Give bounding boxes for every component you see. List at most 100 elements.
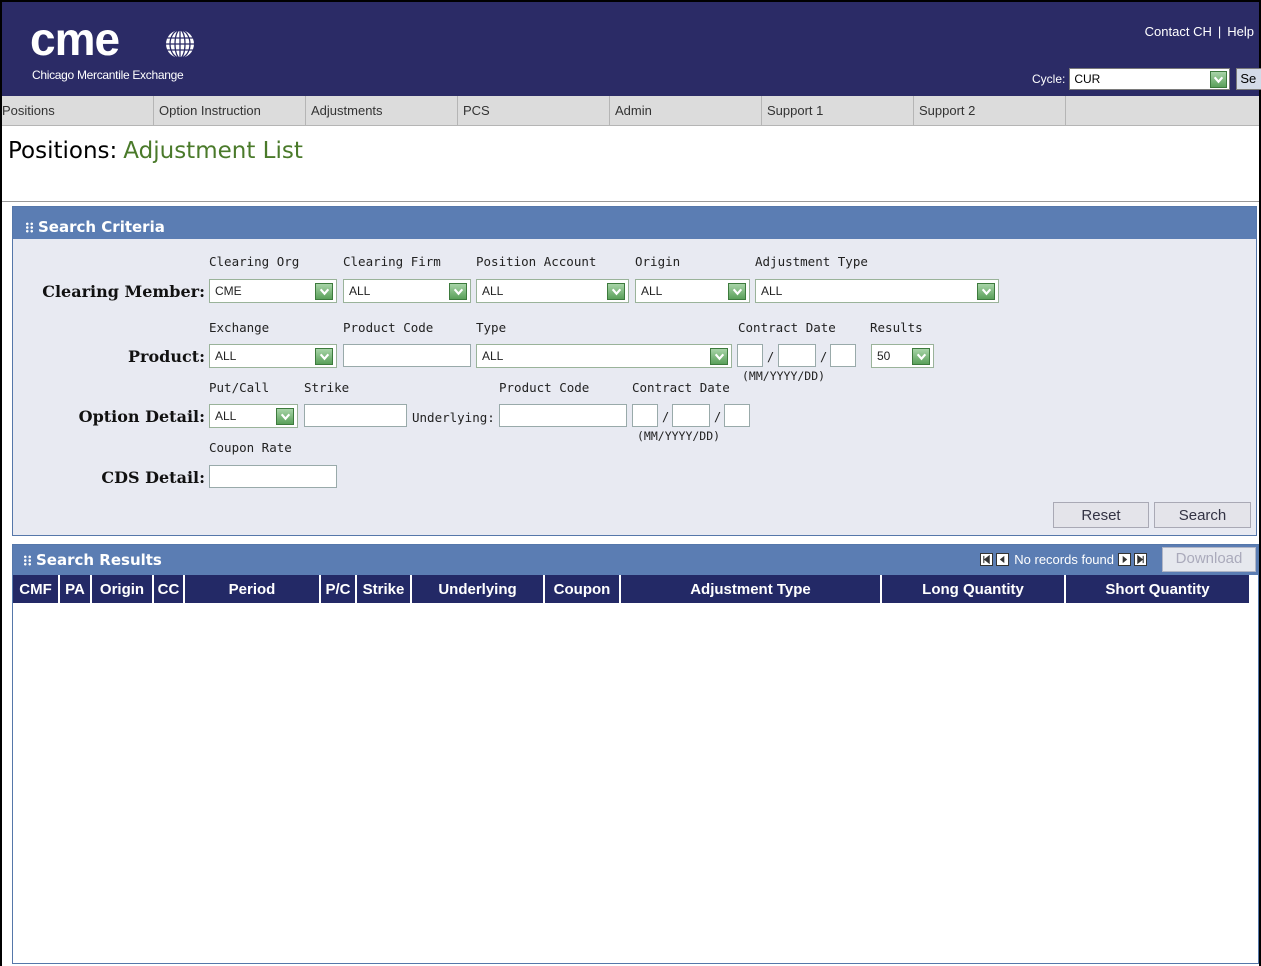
nav-item-admin[interactable]: Admin bbox=[610, 96, 762, 126]
date-separator: / bbox=[714, 410, 722, 424]
product-code-label: Product Code bbox=[343, 320, 434, 335]
clearing-firm-value: ALL bbox=[349, 284, 371, 298]
column-header-short-quantity[interactable]: Short Quantity bbox=[1066, 575, 1249, 603]
nav-item-option-instruction[interactable]: Option Instruction bbox=[154, 96, 306, 126]
date-separator: / bbox=[767, 350, 775, 364]
nav-item-pcs[interactable]: PCS bbox=[458, 96, 610, 126]
chevron-down-icon[interactable] bbox=[315, 348, 333, 365]
underlying-product-code-input[interactable] bbox=[499, 404, 627, 427]
position-account-select[interactable]: ALL bbox=[476, 279, 629, 303]
search-criteria-heading: Search Criteria bbox=[38, 218, 165, 236]
column-header-pa[interactable]: PA bbox=[60, 575, 92, 603]
clearing-org-value: CME bbox=[215, 284, 242, 298]
exchange-label: Exchange bbox=[209, 320, 270, 335]
exchange-value: ALL bbox=[215, 349, 237, 363]
search-button[interactable]: Search bbox=[1154, 502, 1251, 528]
chevron-down-icon[interactable] bbox=[710, 348, 728, 365]
grip-icon bbox=[23, 554, 32, 566]
origin-select[interactable]: ALL bbox=[635, 279, 750, 303]
top-links: Contact CH | Help bbox=[1145, 24, 1254, 39]
pager: No records found bbox=[980, 552, 1150, 567]
search-criteria-header[interactable]: Search Criteria bbox=[13, 207, 1256, 239]
clearing-firm-select[interactable]: ALL bbox=[343, 279, 471, 303]
results-value: 50 bbox=[877, 349, 891, 363]
chevron-down-icon[interactable] bbox=[276, 408, 294, 425]
column-header-origin[interactable]: Origin bbox=[92, 575, 154, 603]
underlying-contract-date-label: Contract Date bbox=[632, 380, 730, 395]
search-results-panel: Search Results No records found Download… bbox=[12, 544, 1259, 964]
previous-page-icon[interactable] bbox=[996, 553, 1010, 566]
product-code-input[interactable] bbox=[343, 344, 471, 367]
underlying-month-input[interactable] bbox=[632, 404, 658, 427]
type-select[interactable]: ALL bbox=[476, 344, 732, 368]
main-nav: Positions Option Instruction Adjustments… bbox=[2, 96, 1259, 126]
product-row-label: Product: bbox=[128, 347, 205, 366]
link-separator: | bbox=[1217, 24, 1222, 39]
date-separator: / bbox=[662, 410, 670, 424]
adjustment-type-value: ALL bbox=[761, 284, 783, 298]
nav-item-adjustments[interactable]: Adjustments bbox=[306, 96, 458, 126]
underlying-label: Underlying: bbox=[412, 410, 495, 425]
coupon-rate-input[interactable] bbox=[209, 465, 337, 488]
chevron-down-icon[interactable] bbox=[449, 283, 467, 300]
search-results-heading: Search Results bbox=[36, 551, 162, 569]
underlying-year-input[interactable] bbox=[672, 404, 710, 427]
cycle-select[interactable]: CUR bbox=[1069, 68, 1231, 90]
date-format-hint: (MM/YYYY/DD) bbox=[637, 429, 721, 443]
contract-year-input[interactable] bbox=[778, 344, 816, 367]
cycle-set-button[interactable]: Se bbox=[1236, 68, 1261, 90]
strike-input[interactable] bbox=[304, 404, 407, 427]
results-table-header: CMF PA Origin CC Period P/C Strike Under… bbox=[13, 575, 1258, 603]
type-value: ALL bbox=[482, 349, 504, 363]
nav-item-positions[interactable]: Positions bbox=[2, 96, 154, 126]
chevron-down-icon[interactable] bbox=[607, 283, 625, 300]
adjustment-type-select[interactable]: ALL bbox=[755, 279, 999, 303]
column-header-period[interactable]: Period bbox=[185, 575, 321, 603]
column-header-cc[interactable]: CC bbox=[154, 575, 185, 603]
chevron-down-icon[interactable] bbox=[315, 283, 333, 300]
next-page-icon[interactable] bbox=[1118, 553, 1131, 566]
position-account-label: Position Account bbox=[476, 254, 597, 269]
underlying-product-code-label: Product Code bbox=[499, 380, 590, 395]
nav-item-support-2[interactable]: Support 2 bbox=[914, 96, 1066, 126]
chevron-down-icon[interactable] bbox=[728, 283, 746, 300]
grip-icon bbox=[25, 221, 34, 233]
column-header-cmf[interactable]: CMF bbox=[13, 575, 60, 603]
column-header-strike[interactable]: Strike bbox=[357, 575, 412, 603]
reset-button[interactable]: Reset bbox=[1053, 502, 1149, 528]
underlying-day-input[interactable] bbox=[724, 404, 750, 427]
coupon-rate-label: Coupon Rate bbox=[209, 440, 292, 455]
put-call-label: Put/Call bbox=[209, 380, 270, 395]
contract-day-input[interactable] bbox=[830, 344, 856, 367]
last-page-icon[interactable] bbox=[1134, 553, 1147, 566]
column-header-underlying[interactable]: Underlying bbox=[412, 575, 545, 603]
cycle-control: Cycle: CUR Se bbox=[1032, 68, 1261, 90]
chevron-down-icon[interactable] bbox=[977, 283, 995, 300]
chevron-down-icon[interactable] bbox=[1210, 71, 1228, 88]
position-account-value: ALL bbox=[482, 284, 504, 298]
nav-item-support-1[interactable]: Support 1 bbox=[762, 96, 914, 126]
contact-ch-link[interactable]: Contact CH bbox=[1145, 24, 1212, 39]
help-link[interactable]: Help bbox=[1227, 24, 1254, 39]
globe-icon bbox=[166, 29, 194, 59]
column-header-pc[interactable]: P/C bbox=[321, 575, 357, 603]
chevron-down-icon[interactable] bbox=[912, 348, 930, 365]
download-button[interactable]: Download bbox=[1162, 547, 1256, 572]
first-page-icon[interactable] bbox=[980, 553, 994, 566]
search-results-header[interactable]: Search Results No records found Download bbox=[13, 545, 1258, 575]
column-header-adjustment-type[interactable]: Adjustment Type bbox=[621, 575, 882, 603]
column-header-long-quantity[interactable]: Long Quantity bbox=[882, 575, 1066, 603]
clearing-org-select[interactable]: CME bbox=[209, 279, 337, 303]
strike-label: Strike bbox=[304, 380, 350, 395]
results-select[interactable]: 50 bbox=[871, 344, 934, 368]
column-header-coupon[interactable]: Coupon bbox=[545, 575, 621, 603]
type-label: Type bbox=[476, 320, 507, 335]
cme-logo[interactable]: cme Chicago Mercantile Exchange bbox=[30, 16, 210, 86]
contract-month-input[interactable] bbox=[737, 344, 763, 367]
origin-label: Origin bbox=[635, 254, 681, 269]
logo-text: cme bbox=[30, 13, 120, 65]
put-call-select[interactable]: ALL bbox=[209, 404, 298, 428]
date-separator: / bbox=[820, 350, 828, 364]
cds-detail-label: CDS Detail: bbox=[101, 468, 205, 487]
exchange-select[interactable]: ALL bbox=[209, 344, 337, 368]
